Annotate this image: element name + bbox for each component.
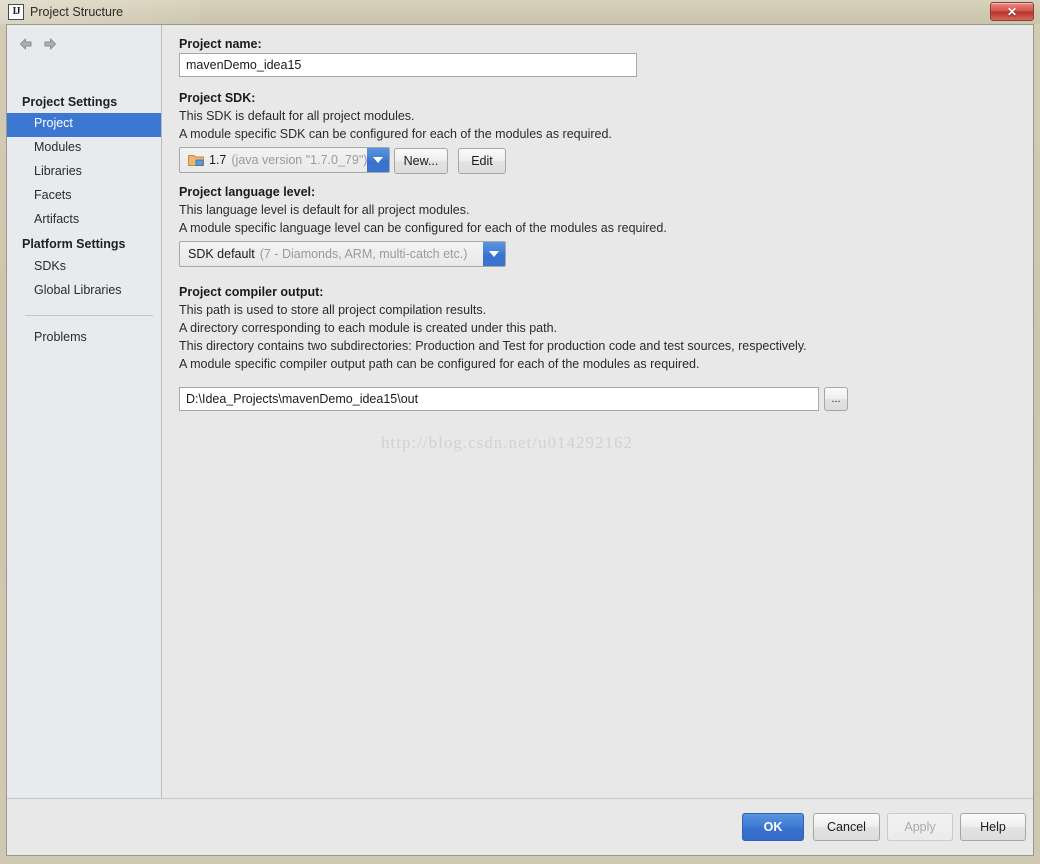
cancel-button[interactable]: Cancel xyxy=(813,813,880,841)
sidebar-item-label: Facets xyxy=(34,188,72,202)
sidebar-item-problems[interactable]: Problems xyxy=(7,327,161,351)
sidebar-item-modules[interactable]: Modules xyxy=(7,137,161,161)
language-level-value-detail: (7 - Diamonds, ARM, multi-catch etc.) xyxy=(259,247,468,261)
sidebar-item-libraries[interactable]: Libraries xyxy=(7,161,161,185)
project-settings-panel: Project name: Project SDK: This SDK is d… xyxy=(163,25,1033,798)
sidebar-item-label: Global Libraries xyxy=(34,283,122,297)
sidebar-item-sdks[interactable]: SDKs xyxy=(7,256,161,280)
dialog-button-bar: OK Cancel Apply Help xyxy=(7,798,1033,855)
navigation-arrows xyxy=(17,35,77,55)
help-button[interactable]: Help xyxy=(960,813,1026,841)
window-title: Project Structure xyxy=(30,5,124,19)
sidebar-item-global-libraries[interactable]: Global Libraries xyxy=(7,280,161,304)
browse-compiler-output-button[interactable]: ... xyxy=(824,387,848,411)
settings-sidebar: Project Settings Project Modules Librari… xyxy=(7,25,162,798)
sidebar-item-label: Modules xyxy=(34,140,82,154)
language-level-value: SDK default xyxy=(188,247,255,261)
language-level-description-2: A module specific language level can be … xyxy=(179,221,667,235)
java-sdk-folder-icon xyxy=(188,153,204,167)
compiler-output-description-2: A directory corresponding to each module… xyxy=(179,321,557,335)
apply-button: Apply xyxy=(887,813,953,841)
compiler-output-description-4: A module specific compiler output path c… xyxy=(179,357,700,371)
new-sdk-button[interactable]: New... xyxy=(394,148,448,174)
project-sdk-label: Project SDK: xyxy=(179,91,256,105)
project-sdk-version-detail: (java version "1.7.0_79") xyxy=(231,153,367,167)
project-sdk-description-2: A module specific SDK can be configured … xyxy=(179,127,612,141)
watermark-text: http://blog.csdn.net/u014292162 xyxy=(381,433,633,452)
close-glyph: ✕ xyxy=(1006,4,1018,19)
title-bar[interactable]: IJ Project Structure ✕ xyxy=(0,0,1040,24)
compiler-output-description-1: This path is used to store all project c… xyxy=(179,303,487,317)
project-sdk-combobox-value: 1.7 (java version "1.7.0_79") xyxy=(180,148,367,172)
project-sdk-combobox[interactable]: 1.7 (java version "1.7.0_79") xyxy=(179,147,390,173)
sidebar-item-label: Problems xyxy=(34,330,87,344)
group-header-project-settings: Project Settings xyxy=(22,95,118,109)
group-header-platform-settings: Platform Settings xyxy=(22,237,126,251)
sidebar-item-artifacts[interactable]: Artifacts xyxy=(7,209,161,233)
chevron-down-icon[interactable] xyxy=(483,242,505,266)
dialog-client-area: Project Settings Project Modules Librari… xyxy=(6,24,1034,856)
sidebar-item-label: SDKs xyxy=(34,259,66,273)
forward-arrow-icon[interactable] xyxy=(41,35,59,53)
sidebar-item-facets[interactable]: Facets xyxy=(7,185,161,209)
close-icon[interactable]: ✕ xyxy=(990,2,1034,21)
sidebar-divider xyxy=(25,315,153,316)
sidebar-item-label: Libraries xyxy=(34,164,82,178)
compiler-output-description-3: This directory contains two subdirectori… xyxy=(179,339,807,353)
compiler-output-path-input[interactable] xyxy=(179,387,819,411)
sidebar-item-project[interactable]: Project xyxy=(7,113,161,137)
intellij-idea-icon: IJ xyxy=(8,4,24,20)
back-arrow-icon[interactable] xyxy=(17,35,35,53)
project-name-label: Project name: xyxy=(179,37,262,51)
project-sdk-version: 1.7 xyxy=(209,153,227,167)
project-structure-window: IJ Project Structure ✕ Project Settings … xyxy=(0,0,1040,864)
language-level-combobox-value: SDK default (7 - Diamonds, ARM, multi-ca… xyxy=(180,242,483,266)
project-sdk-description-1: This SDK is default for all project modu… xyxy=(179,109,415,123)
chevron-down-icon[interactable] xyxy=(367,148,389,172)
language-level-label: Project language level: xyxy=(179,185,316,199)
language-level-description-1: This language level is default for all p… xyxy=(179,203,470,217)
compiler-output-label: Project compiler output: xyxy=(179,285,324,299)
sidebar-item-label: Project xyxy=(34,116,73,130)
project-name-input[interactable] xyxy=(179,53,637,77)
ok-button[interactable]: OK xyxy=(742,813,804,841)
sidebar-item-label: Artifacts xyxy=(34,212,80,226)
language-level-combobox[interactable]: SDK default (7 - Diamonds, ARM, multi-ca… xyxy=(179,241,506,267)
edit-sdk-button[interactable]: Edit xyxy=(458,148,506,174)
